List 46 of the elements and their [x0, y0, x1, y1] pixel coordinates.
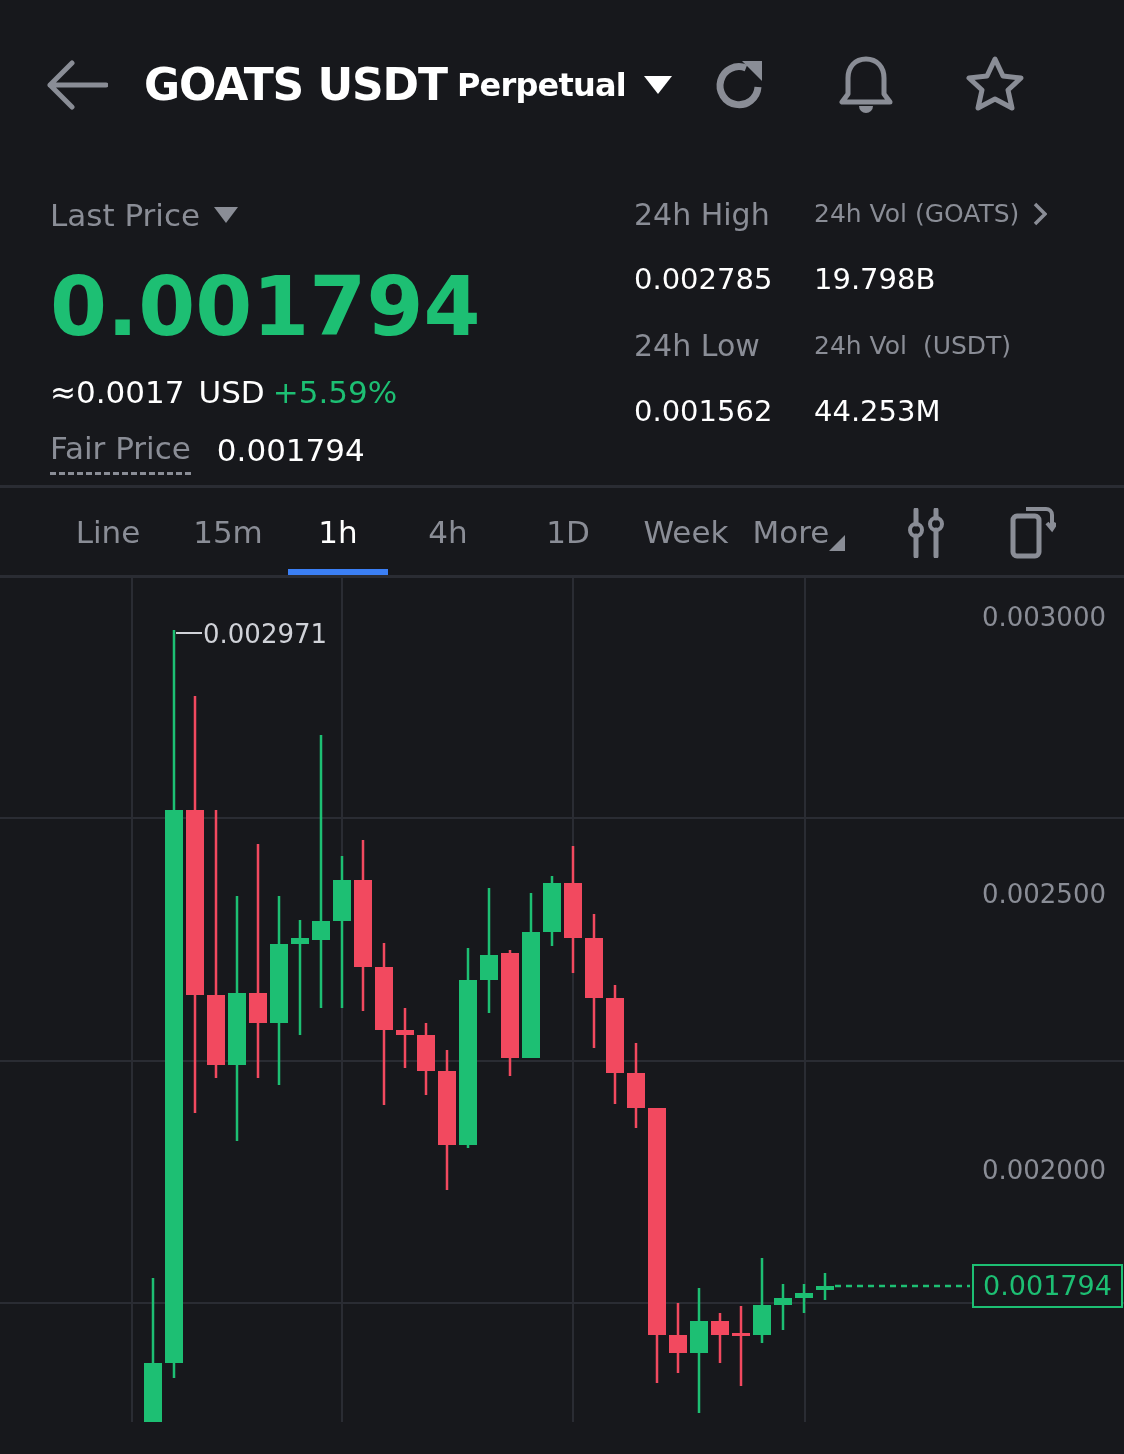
high-price-marker: 0.002971: [203, 618, 328, 650]
candlestick: [711, 1313, 729, 1363]
stat-value: 44.253M: [814, 392, 942, 430]
candlestick: [816, 1273, 834, 1300]
corner-triangle-icon: [829, 535, 846, 551]
caret-icon: [643, 76, 672, 94]
timeframe-tab[interactable]: 1D: [508, 490, 628, 575]
last-price-dropdown[interactable]: Last Price: [50, 192, 239, 239]
settings-sliders-icon[interactable]: [906, 507, 946, 558]
candlestick: [543, 876, 561, 946]
stat-value: 0.001562: [634, 392, 774, 430]
stat-value: 0.002785: [634, 261, 774, 298]
candlestick: [774, 1284, 792, 1330]
timeframe-tab[interactable]: 4h: [388, 490, 508, 575]
timeframe-tab[interactable]: 1h: [288, 490, 388, 575]
fair-price: 0.001794: [216, 430, 365, 470]
usd-unit: USD: [198, 372, 265, 412]
caret-icon: [214, 207, 239, 224]
stat-value: 19.798B: [814, 261, 937, 298]
candlestick: [396, 1008, 414, 1068]
timeframe-tab[interactable]: Week: [628, 490, 744, 575]
usd-price: ≈0.0017: [50, 372, 185, 412]
price-axis-label: 0.003000: [981, 601, 1106, 634]
last-price: 0.001794: [50, 257, 481, 356]
stat-label: 24h Low: [634, 327, 760, 365]
stat-label: 24h High: [634, 195, 770, 234]
bell-icon[interactable]: [837, 55, 894, 115]
fair-price-label[interactable]: Fair Price: [50, 425, 191, 475]
timeframe-tab[interactable]: More: [744, 490, 854, 575]
price-change: +5.59%: [272, 372, 398, 412]
candlestick: [669, 1303, 687, 1373]
current-price-label: 0.001794: [972, 1264, 1123, 1308]
back-icon[interactable]: [46, 59, 108, 111]
leader-line: [175, 632, 203, 634]
candlestick: [417, 1023, 435, 1095]
price-axis-label: 0.002500: [981, 878, 1106, 911]
contract-type-dropdown[interactable]: Perpetual: [456, 61, 672, 109]
stat-label: 24h Vol (USDT): [814, 329, 1012, 362]
pair-title: GOATS USDT: [144, 58, 447, 112]
timeframe-tab[interactable]: Line: [48, 490, 168, 575]
timeframe-tab[interactable]: 15m: [168, 490, 288, 575]
chevron-right-icon[interactable]: [1033, 202, 1048, 226]
price-axis-label: 0.002000: [981, 1154, 1106, 1187]
candlestick: [795, 1284, 813, 1313]
stat-label: 24h Vol (GOATS): [814, 198, 1020, 231]
rotate-screen-icon[interactable]: [1010, 505, 1056, 560]
